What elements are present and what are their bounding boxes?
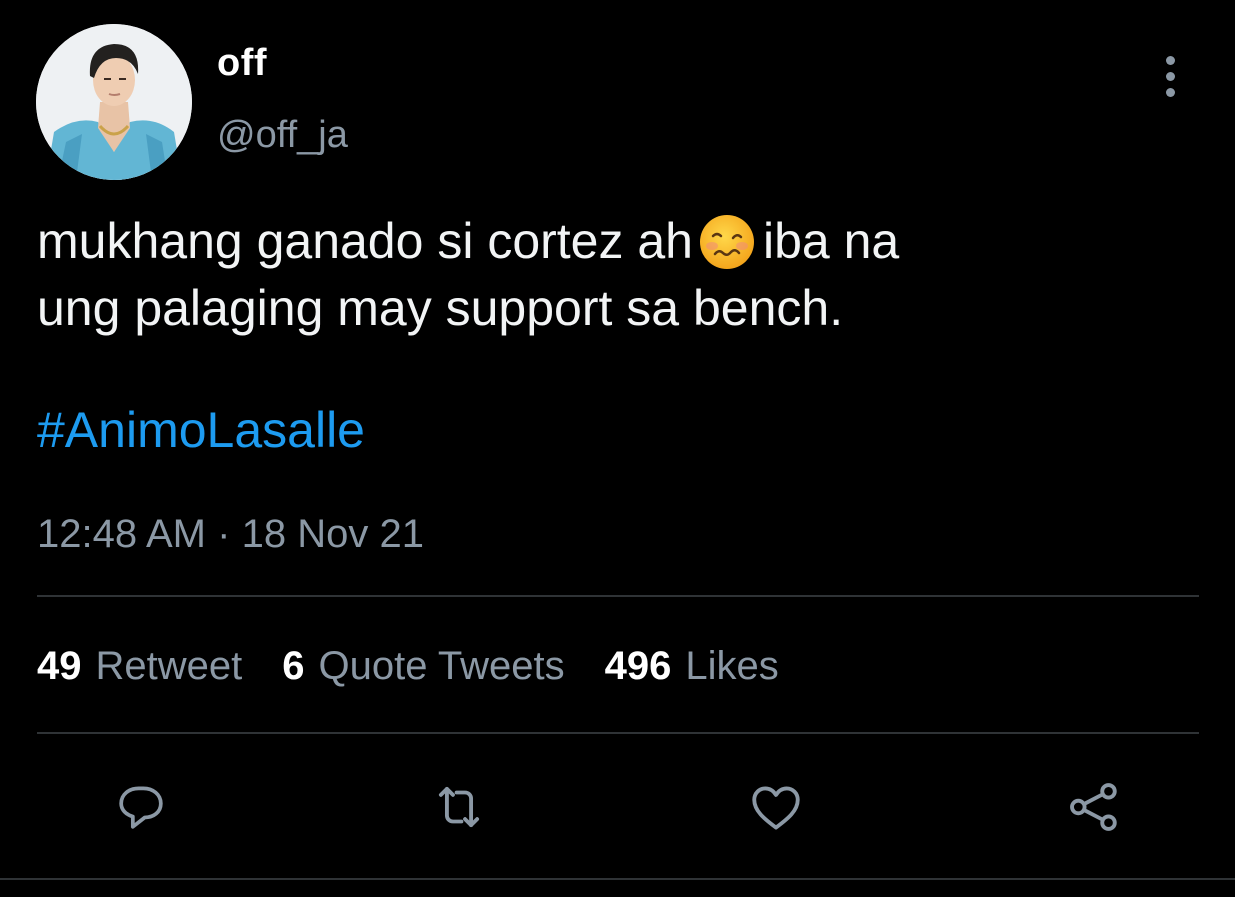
- retweet-count-link[interactable]: 49 Retweet: [37, 641, 242, 691]
- tweet-timestamp[interactable]: 12:48 AM · 18 Nov 21: [37, 510, 424, 558]
- more-options-button[interactable]: [1148, 48, 1192, 104]
- share-icon: [1070, 783, 1117, 831]
- quote-count-link[interactable]: 6 Quote Tweets: [282, 641, 564, 691]
- like-count-link[interactable]: 496 Likes: [605, 641, 779, 691]
- tweet-date: 18 Nov 21: [241, 512, 424, 556]
- hashtag-link[interactable]: #AnimoLasalle: [37, 398, 365, 462]
- tweet-time: 12:48 AM: [37, 512, 207, 556]
- tweet-text-part: mukhang ganado si cortez ah: [37, 213, 693, 269]
- author-display-name[interactable]: off: [217, 40, 267, 86]
- retweet-count: 49: [37, 644, 82, 688]
- reply-icon: [119, 786, 163, 829]
- retweet-label: Retweet: [95, 644, 243, 688]
- tweet-stats: 49 Retweet 6 Quote Tweets 496 Likes: [37, 641, 819, 691]
- tweet-text-line-1: mukhang ganado si cortez ah iba na: [37, 208, 1177, 275]
- heart-icon: [752, 786, 800, 830]
- like-button[interactable]: [744, 775, 808, 839]
- timestamp-separator: ·: [217, 512, 231, 556]
- reply-button[interactable]: [109, 775, 173, 839]
- quote-label: Quote Tweets: [318, 644, 565, 688]
- tweet-text-line-2: ung palaging may support sa bench.: [37, 280, 844, 336]
- like-label: Likes: [685, 644, 779, 688]
- divider-middle: [37, 732, 1199, 734]
- divider-bottom: [0, 878, 1235, 880]
- woozy-face-emoji-icon: [699, 215, 754, 269]
- author-avatar[interactable]: [36, 24, 192, 180]
- retweet-icon: [438, 786, 480, 828]
- tweet-text-part: iba na: [762, 213, 900, 269]
- retweet-button[interactable]: [427, 775, 491, 839]
- quote-count: 6: [282, 644, 305, 688]
- tweet-text: mukhang ganado si cortez ah iba na ung p…: [37, 208, 1177, 342]
- more-vertical-icon-dot: [1165, 71, 1175, 81]
- more-vertical-icon-dot: [1165, 87, 1175, 97]
- divider-top: [37, 595, 1199, 597]
- author-handle[interactable]: @off_ja: [217, 112, 348, 158]
- avatar-photo: [36, 24, 192, 180]
- like-count: 496: [604, 644, 672, 688]
- share-button[interactable]: [1062, 775, 1126, 839]
- more-vertical-icon: [1165, 55, 1175, 65]
